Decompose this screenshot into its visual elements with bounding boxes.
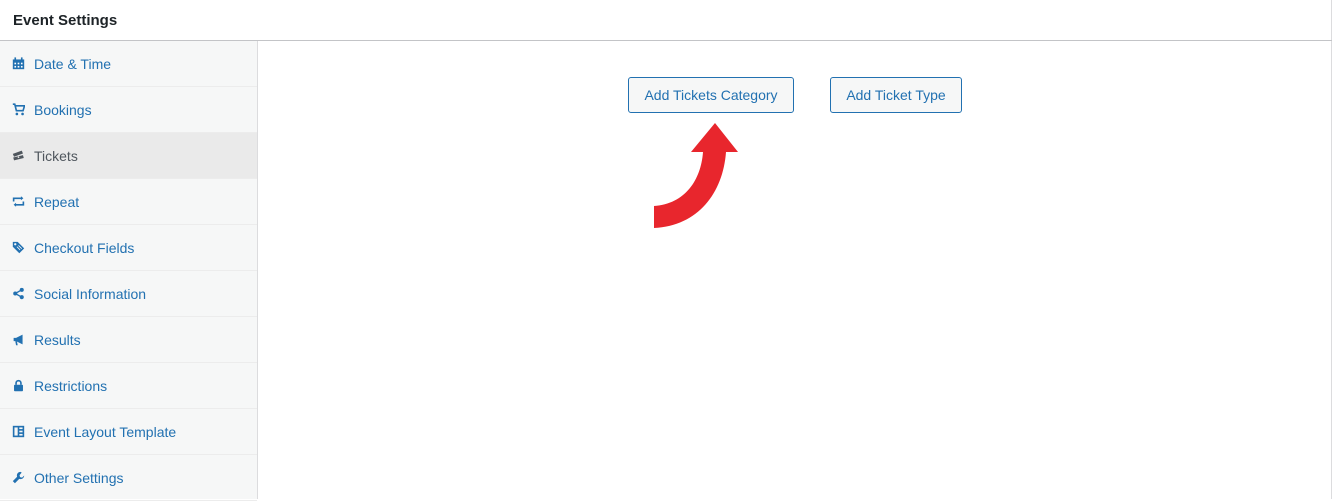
wrench-icon <box>11 471 25 485</box>
share-icon <box>11 287 25 301</box>
sidebar-item-restrictions[interactable]: Restrictions <box>0 363 257 409</box>
repeat-icon <box>11 195 25 209</box>
sidebar-item-label: Results <box>34 331 81 348</box>
sidebar-item-label: Event Layout Template <box>34 423 177 440</box>
settings-sidebar: Date & Time Bookings Tickets Repeat Chec <box>0 41 258 501</box>
sidebar-item-event-layout-template[interactable]: Event Layout Template <box>0 409 257 455</box>
tag-icon <box>11 241 25 255</box>
megaphone-icon <box>11 333 25 347</box>
panel-title: Event Settings <box>13 11 118 29</box>
sidebar-item-repeat[interactable]: Repeat <box>0 179 257 225</box>
sidebar-item-bookings[interactable]: Bookings <box>0 87 257 133</box>
sidebar-item-label: Social Information <box>34 285 147 302</box>
sidebar-item-social-information[interactable]: Social Information <box>0 271 257 317</box>
sidebar-item-label: Bookings <box>34 101 92 118</box>
sidebar-item-tickets[interactable]: Tickets <box>0 133 257 179</box>
add-ticket-type-button[interactable]: Add Ticket Type <box>830 77 962 113</box>
sidebar-item-results[interactable]: Results <box>0 317 257 363</box>
scrollbar-track <box>1332 0 1339 499</box>
lock-icon <box>11 379 25 393</box>
sidebar-item-label: Restrictions <box>34 377 108 394</box>
panel-header: Event Settings <box>0 0 1332 41</box>
sidebar-item-other-settings[interactable]: Other Settings <box>0 455 257 501</box>
calendar-icon <box>11 57 25 71</box>
annotation-arrow-icon <box>654 123 738 228</box>
sidebar-item-label: Tickets <box>34 147 78 164</box>
add-tickets-category-button[interactable]: Add Tickets Category <box>628 77 794 113</box>
sidebar-item-checkout-fields[interactable]: Checkout Fields <box>0 225 257 271</box>
tickets-icon <box>11 149 25 163</box>
sidebar-item-label: Checkout Fields <box>34 239 135 256</box>
cart-icon <box>11 103 25 117</box>
tickets-content-area: Add Tickets Category Add Ticket Type <box>259 41 1332 499</box>
sidebar-item-label: Other Settings <box>34 469 124 486</box>
sidebar-item-date-time[interactable]: Date & Time <box>0 41 257 87</box>
event-settings-panel: Event Settings Date & Time Bookings Tick… <box>0 0 1332 501</box>
sidebar-item-label: Repeat <box>34 193 80 210</box>
sidebar-item-label: Date & Time <box>34 55 112 72</box>
layout-icon <box>11 425 25 439</box>
